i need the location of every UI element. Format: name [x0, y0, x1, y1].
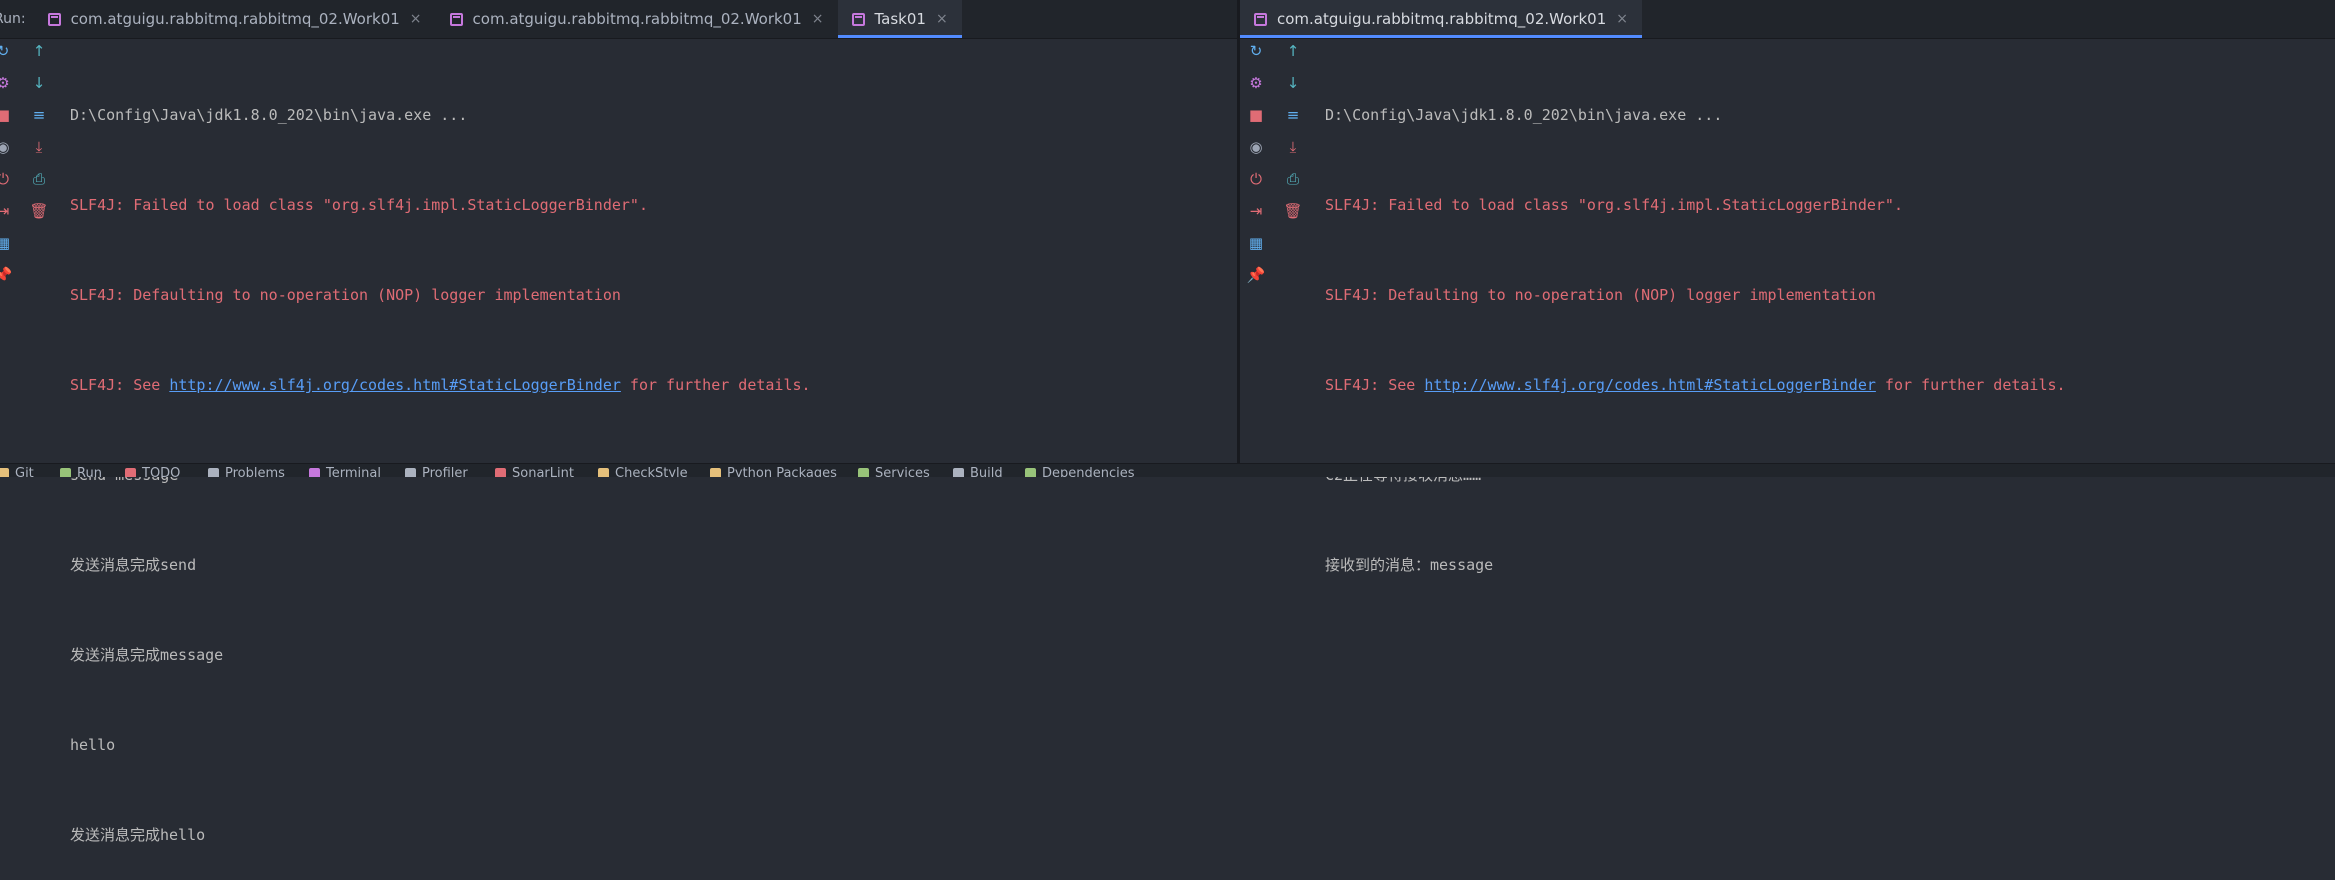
left-tab-bar: Run: com.atguigu.rabbitmq.rabbitmq_02.Wo… [0, 0, 1237, 39]
run-config-icon [449, 12, 463, 26]
console-line: SLF4J: Failed to load class "org.slf4j.i… [70, 196, 648, 214]
right-console-output[interactable]: D:\Config\Java\jdk1.8.0_202\bin\java.exe… [1325, 40, 2066, 610]
console-line: SLF4J: Defaulting to no-operation (NOP) … [1325, 286, 1876, 304]
exit-icon[interactable]: ⇥ [0, 200, 14, 222]
console-line: 接收到的消息：message [1325, 556, 1494, 574]
tool-sonarlint[interactable]: SonarLint [495, 466, 574, 477]
console-line: 发送消息完成send [70, 556, 197, 574]
slf4j-link[interactable]: http://www.slf4j.org/codes.html#StaticLo… [169, 376, 621, 394]
run-config-icon [851, 12, 865, 26]
right-console-toolbar: ↑ ↓ ≡ ⤓ ⎙ 🗑 [1282, 40, 1304, 222]
close-icon[interactable]: × [1616, 11, 1628, 27]
left-console-output[interactable]: D:\Config\Java\jdk1.8.0_202\bin\java.exe… [70, 40, 811, 880]
tab-label: com.atguigu.rabbitmq.rabbitmq_02.Work01 [70, 10, 400, 28]
right-tab-bar: com.atguigu.rabbitmq.rabbitmq_02.Work01 … [1240, 0, 2335, 39]
arrow-up-icon[interactable]: ↑ [1282, 40, 1304, 62]
tool-window-bar: Git Run TODO Problems Terminal Profiler … [0, 463, 2335, 477]
arrow-up-icon[interactable]: ↑ [28, 40, 50, 62]
tool-todo[interactable]: TODO [125, 466, 180, 477]
scroll-to-end-icon[interactable]: ⤓ [1282, 136, 1304, 158]
tool-checkstyle[interactable]: CheckStyle [598, 466, 688, 477]
run-config-icon [1254, 12, 1267, 26]
gear-icon[interactable]: ⚙ [0, 72, 14, 94]
layout-icon[interactable]: ▦ [1245, 232, 1267, 254]
run-config-icon [47, 12, 61, 26]
tab-task01[interactable]: Task01 × [837, 0, 962, 38]
camera-icon[interactable]: ◉ [0, 136, 14, 158]
tab-work01-a[interactable]: com.atguigu.rabbitmq.rabbitmq_02.Work01 … [34, 0, 436, 38]
tool-label: Build [970, 466, 1003, 477]
tool-label: Problems [225, 466, 285, 477]
tool-run[interactable]: Run [60, 466, 102, 477]
close-icon[interactable]: × [936, 11, 948, 27]
console-line: 发送消息完成hello [70, 826, 206, 844]
pin-icon[interactable]: 📌 [0, 264, 14, 286]
console-line: D:\Config\Java\jdk1.8.0_202\bin\java.exe… [1325, 106, 1723, 124]
console-line: SLF4J: Defaulting to no-operation (NOP) … [70, 286, 621, 304]
plug-icon[interactable]: ⏻ [1245, 168, 1267, 190]
close-icon[interactable]: × [812, 11, 824, 27]
print-icon[interactable]: ⎙ [28, 168, 50, 190]
tool-label: Services [875, 466, 930, 477]
tool-label: CheckStyle [615, 466, 688, 477]
stop-icon[interactable]: ■ [1245, 104, 1267, 126]
scroll-to-end-icon[interactable]: ⤓ [28, 136, 50, 158]
tab-label: com.atguigu.rabbitmq.rabbitmq_02.Work01 [1277, 10, 1607, 28]
rerun-icon[interactable]: ↻ [1245, 40, 1267, 62]
console-line: hello [70, 736, 116, 754]
tab-label: Task01 [874, 10, 926, 28]
tool-label: Python Packages [727, 466, 837, 477]
exit-icon[interactable]: ⇥ [1245, 200, 1267, 222]
tool-label: Terminal [326, 466, 381, 477]
tool-label: Profiler [422, 466, 468, 477]
tool-label: SonarLint [512, 466, 574, 477]
tool-python-packages[interactable]: Python Packages [710, 466, 837, 477]
console-line: 发送消息完成message [70, 646, 224, 664]
tool-label: Git [15, 466, 34, 477]
tool-label: TODO [142, 466, 181, 477]
console-text: for further details. [1875, 376, 2066, 394]
console-text: SLF4J: See [1325, 376, 1425, 394]
tool-services[interactable]: Services [858, 466, 930, 477]
console-line: SLF4J: See http://www.slf4j.org/codes.ht… [1325, 370, 2066, 400]
slf4j-link[interactable]: http://www.slf4j.org/codes.html#StaticLo… [1424, 376, 1876, 394]
console-text: SLF4J: See [70, 376, 170, 394]
arrow-down-icon[interactable]: ↓ [28, 72, 50, 94]
gear-icon[interactable]: ⚙ [1245, 72, 1267, 94]
print-icon[interactable]: ⎙ [1282, 168, 1304, 190]
trash-icon[interactable]: 🗑 [1282, 200, 1304, 222]
panel-divider[interactable] [1237, 0, 1240, 476]
right-run-toolbar-outer: ↻ ⚙ ■ ◉ ⏻ ⇥ ▦ 📌 [1245, 40, 1267, 286]
rerun-icon[interactable]: ↻ [0, 40, 14, 62]
tab-label: com.atguigu.rabbitmq.rabbitmq_02.Work01 [472, 10, 802, 28]
console-line: D:\Config\Java\jdk1.8.0_202\bin\java.exe… [70, 106, 468, 124]
stop-icon[interactable]: ■ [0, 104, 14, 126]
tool-problems[interactable]: Problems [208, 466, 285, 477]
camera-icon[interactable]: ◉ [1245, 136, 1267, 158]
console-text: for further details. [620, 376, 811, 394]
close-icon[interactable]: × [410, 11, 422, 27]
run-label: Run: [0, 11, 26, 27]
tab-work01-right[interactable]: com.atguigu.rabbitmq.rabbitmq_02.Work01 … [1240, 0, 1642, 38]
console-line: SLF4J: See http://www.slf4j.org/codes.ht… [70, 370, 811, 400]
trash-icon[interactable]: 🗑 [28, 200, 50, 222]
tool-build[interactable]: Build [953, 466, 1003, 477]
tool-label: Dependencies [1042, 466, 1135, 477]
tool-label: Run [77, 466, 102, 477]
layout-icon[interactable]: ▦ [0, 232, 14, 254]
pin-icon[interactable]: 📌 [1245, 264, 1267, 286]
left-console-toolbar: ↑ ↓ ≡ ⤓ ⎙ 🗑 [28, 40, 50, 222]
soft-wrap-icon[interactable]: ≡ [1282, 104, 1304, 126]
console-line: SLF4J: Failed to load class "org.slf4j.i… [1325, 196, 1903, 214]
arrow-down-icon[interactable]: ↓ [1282, 72, 1304, 94]
tool-dependencies[interactable]: Dependencies [1025, 466, 1135, 477]
plug-icon[interactable]: ⏻ [0, 168, 14, 190]
tool-profiler[interactable]: Profiler [405, 466, 468, 477]
tool-git[interactable]: Git [0, 466, 34, 477]
left-run-toolbar-outer: ↻ ⚙ ■ ◉ ⏻ ⇥ ▦ 📌 [0, 40, 14, 286]
tab-work01-b[interactable]: com.atguigu.rabbitmq.rabbitmq_02.Work01 … [436, 0, 838, 38]
tool-terminal[interactable]: Terminal [309, 466, 381, 477]
soft-wrap-icon[interactable]: ≡ [28, 104, 50, 126]
